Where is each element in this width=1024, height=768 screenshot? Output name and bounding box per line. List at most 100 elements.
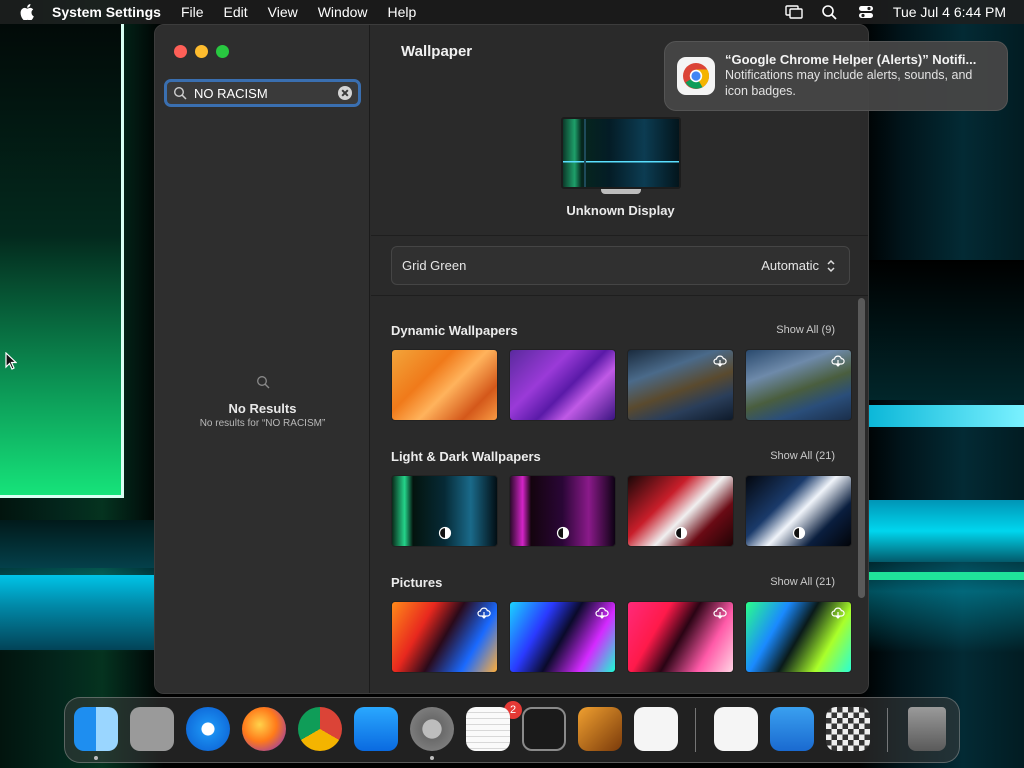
sidebar: No Results No results for “NO RACISM” [155,25,370,693]
divider [371,295,868,296]
chevron-up-down-icon[interactable] [825,258,837,274]
control-center-icon[interactable] [857,4,875,20]
desktop-wallpaper-band [0,575,155,650]
cloud-download-icon [831,355,845,367]
cloud-download-icon [831,607,845,619]
chess-icon[interactable] [826,707,870,751]
cloud-download-icon [713,607,727,619]
desktop-wallpaper-band [0,520,155,568]
wallpaper-thumbnail[interactable] [509,349,616,421]
display-name: Unknown Display [566,203,675,218]
section-pictures: Pictures Show All (21) [391,573,853,673]
no-results-subtitle: No results for “NO RACISM” [199,418,326,429]
wallpaper-thumbnail[interactable] [745,475,852,547]
safari-icon[interactable] [186,707,230,751]
wallpaper-thumbnail[interactable] [627,475,734,547]
show-all-button[interactable]: Show All (21) [770,576,835,588]
garageband-icon[interactable] [578,707,622,751]
search-input[interactable] [194,85,334,101]
menu-help[interactable]: Help [388,4,417,20]
clear-search-icon[interactable] [338,86,352,100]
cloud-download-icon [595,607,609,619]
zoom-window-button[interactable] [216,45,229,58]
system-settings-icon[interactable] [410,707,454,751]
desktop-wallpaper-panel [0,24,124,498]
wallpaper-thumbnails [391,349,853,421]
notification-banner[interactable]: “Google Chrome Helper (Alerts)” Notifi..… [664,41,1008,111]
menu-view[interactable]: View [268,4,298,20]
scrollbar[interactable] [858,298,865,598]
show-all-button[interactable]: Show All (9) [776,324,835,336]
running-indicator [94,756,98,760]
section-light-dark-wallpapers: Light & Dark Wallpapers Show All (21) [391,447,853,547]
section-title: Pictures [391,574,443,590]
sidebar-search-box [164,79,361,107]
wallpaper-thumbnails [391,601,853,673]
menu-window[interactable]: Window [318,4,368,20]
screen-mirroring-icon[interactable] [785,4,803,20]
terminal-icon[interactable] [522,707,566,751]
cloud-download-icon [477,607,491,619]
chrome-icon[interactable] [298,707,342,751]
light-dark-mode-icon [674,526,688,540]
no-results-title: No Results [228,401,297,416]
minimize-window-button[interactable] [195,45,208,58]
display-preview-stand [601,189,641,194]
wallpaper-thumbnail[interactable] [509,475,616,547]
light-dark-mode-icon [556,526,570,540]
dock-separator [695,708,696,752]
wallpaper-thumbnail[interactable] [627,601,734,673]
desktop-wallpaper-band [868,405,1024,427]
menu-edit[interactable]: Edit [224,4,248,20]
spotlight-search-icon[interactable] [821,4,839,20]
trash-icon[interactable] [908,707,946,751]
section-title: Light & Dark Wallpapers [391,448,541,464]
display-preview-screen [561,117,681,189]
desktop-wallpaper-band [868,572,1024,580]
textedit-icon[interactable] [466,707,510,751]
wallpaper-thumbnail[interactable] [391,349,498,421]
light-dark-mode-icon [438,526,452,540]
launchpad-icon[interactable] [130,707,174,751]
mouse-cursor-icon [5,352,17,370]
visual-studio-icon[interactable] [714,707,758,751]
weather-icon[interactable] [770,707,814,751]
section-title: Dynamic Wallpapers [391,322,518,338]
search-icon [256,376,269,389]
wallpaper-thumbnail[interactable] [391,601,498,673]
wallpaper-thumbnail[interactable] [745,601,852,673]
app-store-icon[interactable] [354,707,398,751]
cloud-download-icon [713,355,727,367]
menu-file[interactable]: File [181,4,204,20]
menu-app-name[interactable]: System Settings [52,4,161,20]
notification-text: Notifications may include alerts, sounds… [725,68,973,98]
dock-separator [887,708,888,752]
finder-icon[interactable] [74,707,118,751]
appearance-mode-select[interactable]: Automatic [761,258,819,273]
wallpaper-thumbnail[interactable] [391,475,498,547]
window-controls [174,45,229,58]
firefox-icon[interactable] [242,707,286,751]
current-wallpaper-name: Grid Green [402,258,467,273]
wallpaper-thumbnail[interactable] [509,601,616,673]
section-header: Pictures Show All (21) [391,573,853,591]
show-all-button[interactable]: Show All (21) [770,450,835,462]
dock: 2 [64,697,960,763]
desktop-wallpaper-band [868,500,1024,562]
vscode-icon[interactable] [634,707,678,751]
wallpaper-thumbnails [391,475,853,547]
wallpaper-pane: Wallpaper Unknown Display Grid Green Aut… [371,25,868,693]
menubar-clock[interactable]: Tue Jul 4 6:44 PM [893,4,1006,20]
notification-title: “Google Chrome Helper (Alerts)” Notifi..… [725,52,977,67]
menubar-status-area: Tue Jul 4 6:44 PM [785,0,1006,24]
apple-menu-icon[interactable] [20,4,34,20]
menubar: System Settings File Edit View Window He… [0,0,1024,24]
wallpaper-thumbnail[interactable] [745,349,852,421]
page-title: Wallpaper [401,43,473,60]
wallpaper-thumbnail[interactable] [627,349,734,421]
display-preview [561,117,681,197]
close-window-button[interactable] [174,45,187,58]
no-results-panel: No Results No results for “NO RACISM” [155,375,370,429]
running-indicator [430,756,434,760]
light-dark-mode-icon [792,526,806,540]
